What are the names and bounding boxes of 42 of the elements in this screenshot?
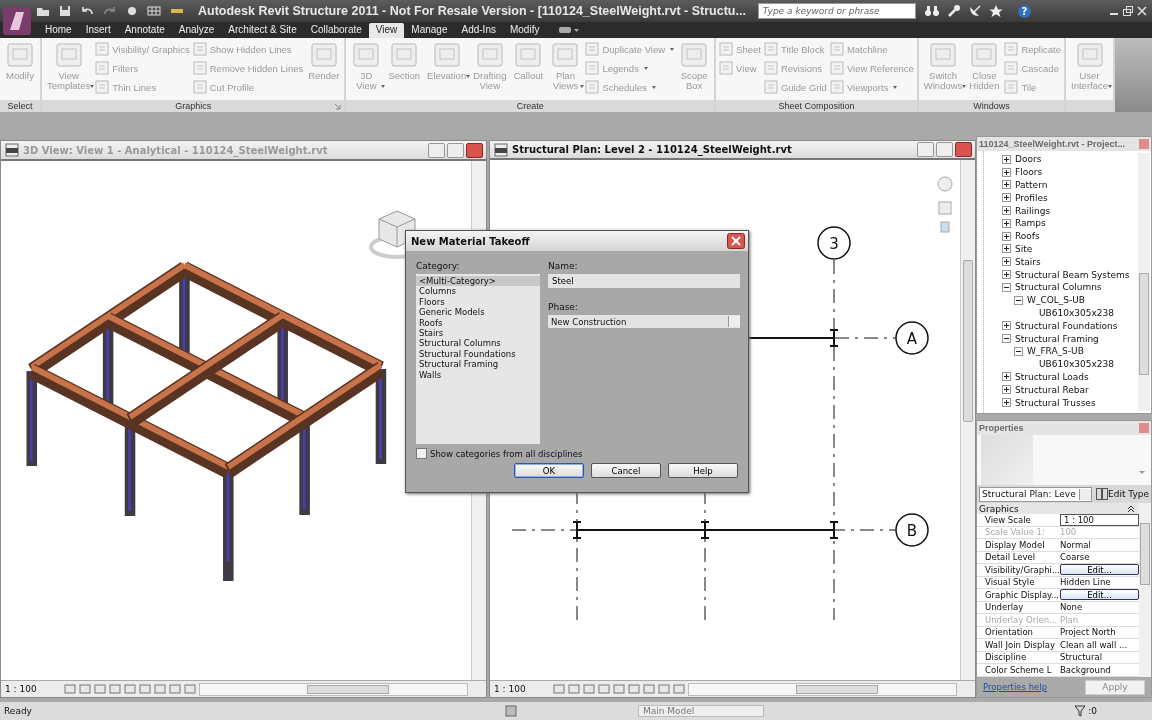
field-label: Category:: [416, 261, 461, 271]
property-name: Detail Level: [984, 552, 1037, 563]
property-name: View Scale: [984, 514, 1032, 525]
property-name: Discipline: [984, 652, 1028, 663]
field-label: Phase:: [548, 302, 579, 312]
status-text: Ready: [4, 706, 33, 716]
panel-title: Properties: [979, 423, 1024, 433]
grid-bubble: A: [895, 321, 929, 356]
property-value: Hidden Line: [1060, 577, 1111, 588]
view-title: Structural Plan: Level 2 - 110124_SteelWeight.rvt: [512, 144, 792, 156]
property-value: Coarse: [1060, 552, 1090, 563]
property-name: Scale Value 1:: [984, 527, 1046, 538]
view-title: 3D View: View 1 - Analytical - 110124_SteelWeight.rvt: [23, 144, 328, 156]
property-value: Project North: [1060, 627, 1116, 638]
dialog-title: New Material Takeoff: [411, 235, 530, 247]
property-name: Orientation: [984, 627, 1034, 638]
panel-title: Windows: [918, 100, 1065, 112]
property-value: Normal: [1060, 539, 1091, 550]
property-name: Visibility/Graphi...: [984, 564, 1057, 575]
property-name: Color Scheme L: [984, 664, 1053, 675]
property-value: Structural: [1060, 652, 1103, 663]
field-label: Name:: [548, 261, 579, 271]
property-value: None: [1060, 602, 1083, 613]
property-name: Visual Style: [984, 577, 1036, 588]
panel-title: Select: [0, 100, 40, 112]
panel-title: Graphics: [42, 100, 345, 112]
panel-title: 110124_SteelWeight.rvt - Project...: [979, 139, 1125, 149]
panel-title: Create: [346, 100, 715, 112]
property-value: Plan: [1060, 614, 1079, 625]
property-name: Wall Join Display: [984, 639, 1056, 650]
grid-bubble: B: [895, 513, 929, 548]
property-name: Graphic Display...: [984, 589, 1057, 600]
window-title: Autodesk Revit Structure 2011 - Not For Resale Version - [110124_SteelWeight.rvt - Structu...: [198, 4, 746, 18]
filter-count: :0: [1088, 706, 1097, 716]
property-value: Background: [1060, 664, 1111, 675]
grid-bubble: 3: [817, 226, 851, 261]
property-value: 100: [1060, 527, 1077, 538]
property-name: Underlay Orien...: [984, 614, 1057, 625]
property-value: Clean all wall ...: [1060, 639, 1128, 650]
property-name: Underlay: [984, 602, 1025, 613]
property-name: Display Model: [984, 539, 1046, 550]
panel-title: Sheet Composition: [716, 100, 917, 112]
